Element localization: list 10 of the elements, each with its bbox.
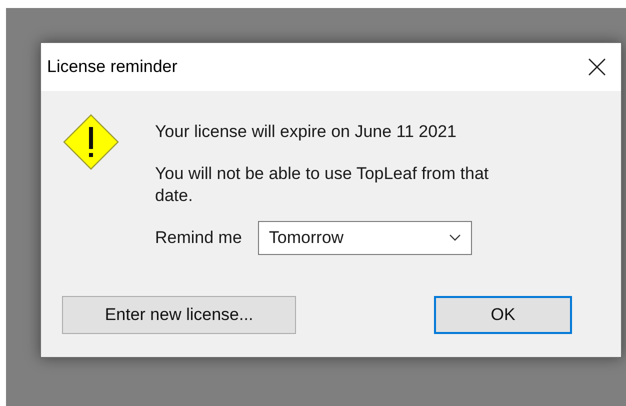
remind-label: Remind me (155, 227, 242, 250)
warning-icon (62, 113, 120, 171)
expiry-message: Your license will expire on June 11 2021 (155, 121, 458, 143)
remind-dropdown[interactable]: Tomorrow (258, 221, 472, 255)
usage-message: You will not be able to use TopLeaf from that date. (155, 163, 490, 207)
enter-license-button[interactable]: Enter new license... (62, 296, 296, 334)
window-title: License reminder (47, 56, 178, 78)
close-icon[interactable] (587, 57, 607, 77)
chevron-down-icon (448, 234, 461, 242)
ok-button[interactable]: OK (434, 296, 572, 334)
